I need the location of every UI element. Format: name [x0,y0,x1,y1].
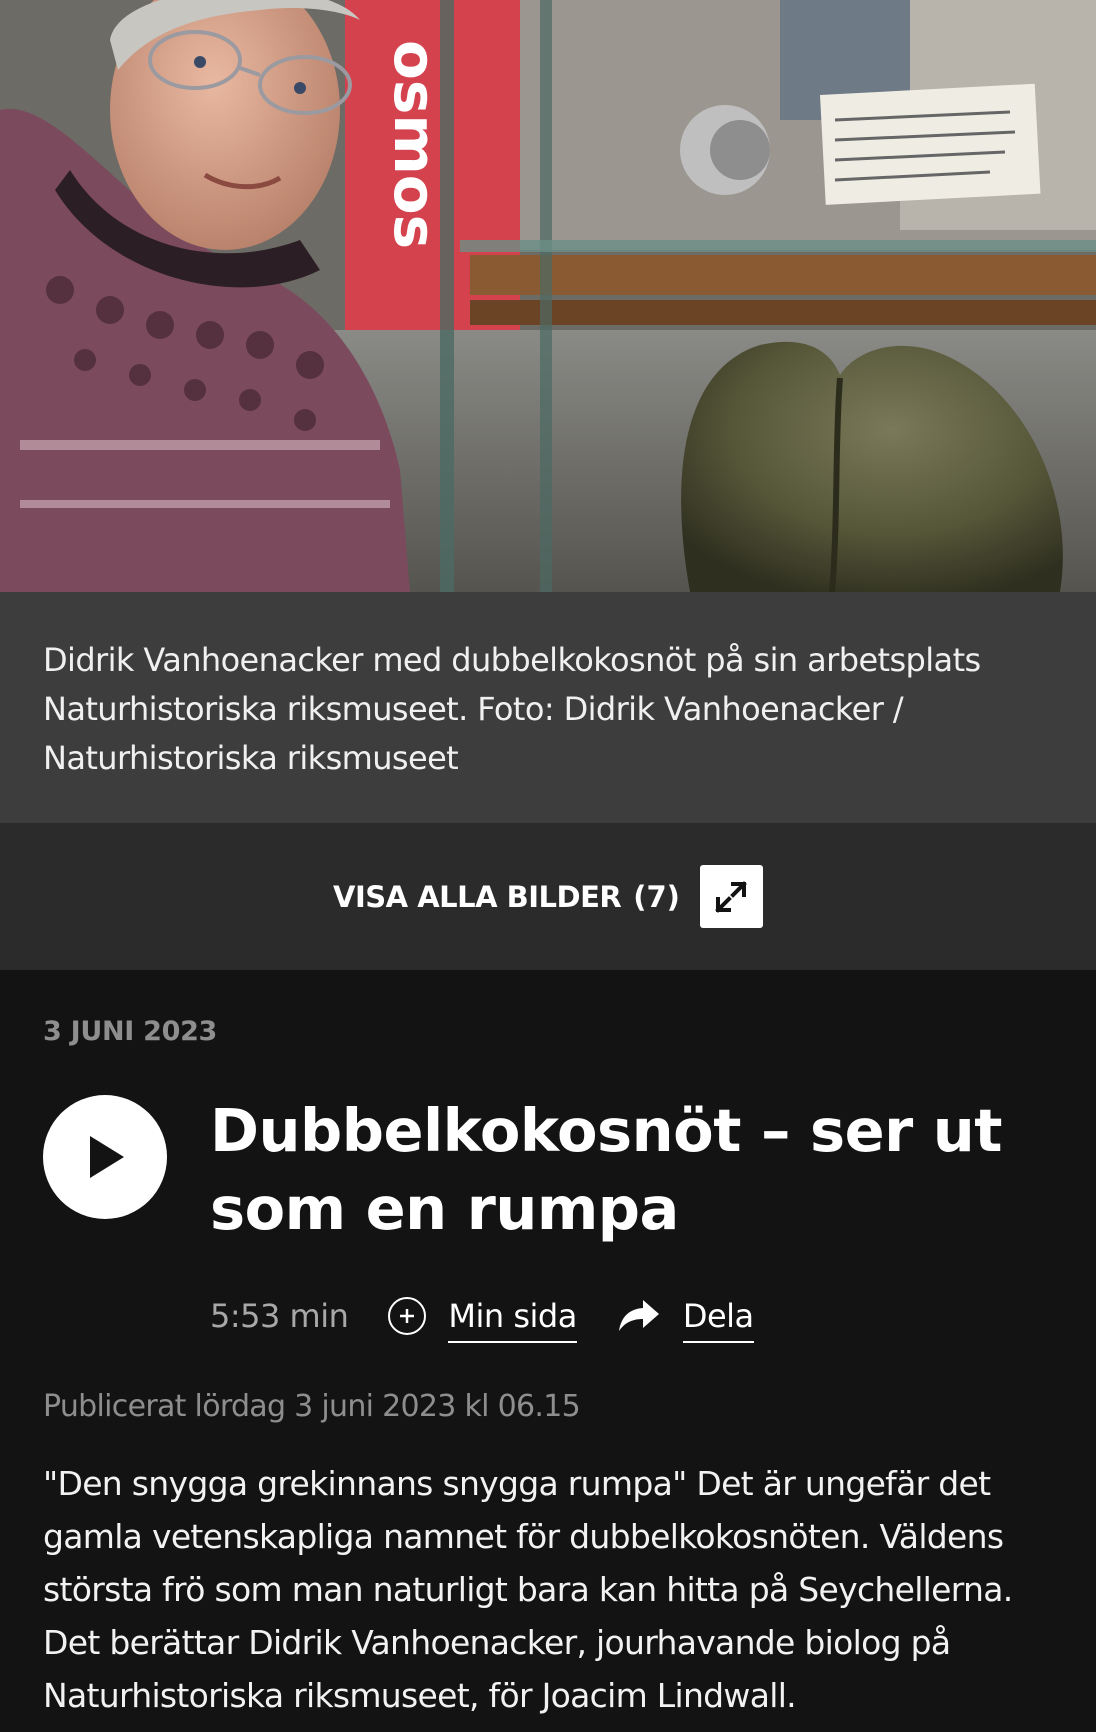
show-all-images-button[interactable]: VISA ALLA BILDER (7) [333,865,763,928]
my-page-label: Min sida [448,1297,577,1343]
caption-text: Didrik Vanhoenacker med dubbelkokosnöt p… [43,641,981,777]
share-button[interactable]: Dela [617,1289,754,1343]
published-date: Publicerat lördag 3 juni 2023 kl 06.15 [43,1389,581,1424]
episode-meta: 5:53 min Min sida Dela [210,1288,754,1344]
gallery-label: VISA ALLA BILDER [333,879,622,914]
article-photo[interactable]: osmos [0,0,1096,592]
article-date: 3 JUNI 2023 [43,1016,218,1047]
play-button[interactable] [43,1095,167,1219]
episode-duration: 5:53 min [210,1297,349,1335]
play-icon [90,1136,124,1178]
share-icon [617,1298,661,1334]
svg-text:osmos: osmos [381,40,449,249]
photo-caption: Didrik Vanhoenacker med dubbelkokosnöt p… [0,592,1096,823]
article-page: osmos Didrik Vanhoenacker med dubbelkoko… [0,0,1096,1732]
expand-icon [699,865,763,928]
episode-title: Dubbelkokosnöt – ser ut som en rumpa [210,1096,1002,1243]
article-body: "Den snygga grekinnans snygga rumpa" Det… [43,1464,1013,1715]
photo-illustration: osmos [0,0,1096,592]
gallery-bar: VISA ALLA BILDER (7) [0,823,1096,970]
gallery-count: (7) [633,879,680,914]
add-to-my-page-button[interactable]: Min sida [388,1289,577,1343]
plus-circle-icon [388,1297,427,1335]
share-label: Dela [682,1297,754,1343]
